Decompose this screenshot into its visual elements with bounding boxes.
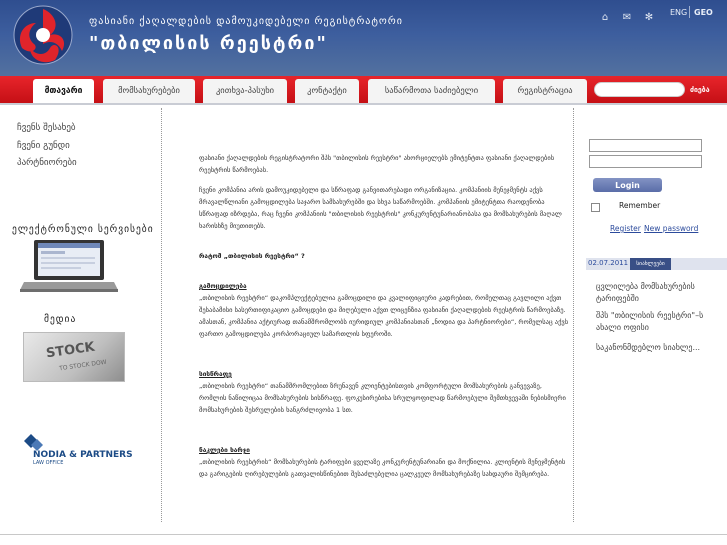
lang-geo-link[interactable]: GEO [694, 8, 713, 17]
password-field[interactable] [589, 155, 702, 168]
remember-checkbox[interactable] [591, 203, 600, 212]
register-link[interactable]: Register [610, 224, 641, 233]
brand-title: "თბილისის რეესტრი" [89, 33, 328, 54]
speed-heading: სისწრაფე [199, 370, 232, 378]
mail-icon[interactable]: ✉ [622, 12, 632, 23]
price-text: „თბილისის რეესტრის“ მომსახურების ტარიფებ… [199, 458, 566, 478]
sitemap-icon[interactable]: ✻ [644, 12, 654, 23]
tab-services[interactable]: მომსახურებები [103, 79, 195, 103]
lang-eng-link[interactable]: ENG [670, 8, 687, 17]
sidebar-item-about[interactable]: ჩვენს შესახებ [17, 123, 76, 133]
home-icon[interactable]: ⌂ [600, 12, 610, 23]
price-heading: ნაკლები ხარჯი [199, 446, 250, 454]
stock-image-subtext: TO STOCK DOW [58, 358, 108, 373]
speed-text: „თბილისის რეესტრი“ თანამშრომლებით ზრუნავ… [199, 382, 566, 414]
about-text: ჩვენი კომპანია არის დამოუკიდებელი და სწრ… [199, 186, 562, 230]
tab-home[interactable]: მთავარი [33, 79, 94, 103]
stock-image-text: STOCK [45, 339, 96, 362]
footer-divider [0, 534, 727, 535]
partner-name[interactable]: NODIA & PARTNERS [33, 450, 133, 460]
news-date: 02.07.2011 [588, 259, 629, 267]
experience-text: „თბილისის რეესტრი“ დაკომპლექტებულია გამო… [199, 294, 569, 338]
media-heading[interactable]: მედია [44, 314, 76, 325]
news-item[interactable]: ცვლილება მომსახურების ტარიფებში [596, 281, 716, 305]
sidebar-item-team[interactable]: ჩვენი გუნდი [17, 141, 70, 151]
news-item[interactable]: შპს "თბილისის რეესტრი"–ს ახალი ოფისი [596, 310, 716, 334]
login-button[interactable]: Login [593, 178, 662, 192]
header: ფასიანი ქაღალდების დამოუკიდებელი რეგისტრ… [0, 0, 727, 76]
news-tag[interactable]: სიახლეები [630, 258, 671, 270]
experience-heading: გამოცდილება [199, 282, 247, 290]
company-logo[interactable] [10, 4, 76, 66]
electronic-services-heading[interactable]: ელექტრონული სერვისები [12, 224, 154, 235]
new-password-link[interactable]: New password [644, 224, 698, 233]
laptop-image[interactable] [20, 238, 118, 292]
right-divider [573, 108, 574, 522]
search-button[interactable]: ძიება [690, 86, 710, 94]
nav-divider [0, 103, 727, 105]
remember-label: Remember [619, 201, 661, 210]
tagline: ფასიანი ქაღალდების დამოუკიდებელი რეგისტრ… [89, 16, 403, 27]
tab-company-search[interactable]: საწარმოთა საძიებელი [368, 79, 495, 103]
intro-text: ფასიანი ქაღალდების რეგისტრატორი შპს "თბი… [199, 154, 555, 174]
partner-subtitle: LAW OFFICE [33, 460, 64, 466]
stock-image[interactable]: STOCK TO STOCK DOW [23, 332, 125, 382]
tab-contact[interactable]: კონტაქტი [295, 79, 359, 103]
lang-divider [689, 6, 690, 18]
tab-faq[interactable]: კითხვა-პასუხი [203, 79, 287, 103]
why-heading: რატომ „თბილისის რეესტრი“ ? [199, 252, 305, 260]
left-divider [161, 108, 162, 522]
sidebar-item-partners[interactable]: პარტნიორები [17, 158, 77, 168]
tab-registration[interactable]: რეგისტრაცია [503, 79, 587, 103]
news-item[interactable]: საკანონმდებლო სიახლე... [596, 342, 716, 354]
search-input[interactable] [594, 82, 685, 97]
username-field[interactable] [589, 139, 702, 152]
